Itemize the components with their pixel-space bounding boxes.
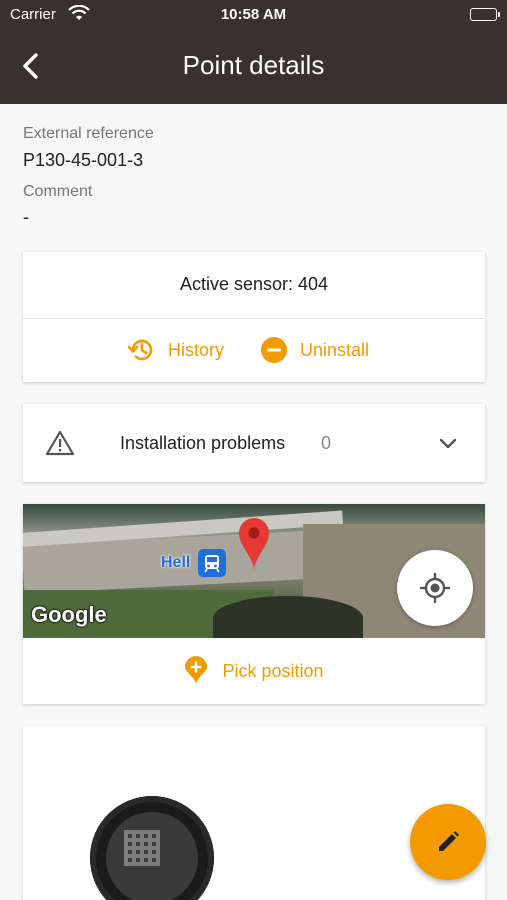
comment-label: Comment [23,183,93,200]
transit-icon [198,549,226,577]
active-sensor-label: Active sensor: 404 [179,274,329,294]
map-view[interactable]: Hell Google [23,504,485,638]
pick-position-label: Pick position [222,660,324,681]
add-location-icon [185,656,208,685]
active-sensor-card: Active sensor: 404 History Uninstall [23,252,485,382]
pick-position-button[interactable]: Pick position [23,638,485,704]
chevron-down-icon [437,432,459,459]
google-logo: Google [31,602,107,627]
status-bar: Carrier 10:58 AM [0,0,507,30]
minus-circle-icon [261,337,287,363]
history-icon [128,339,153,361]
qr-code-icon [124,830,160,866]
warning-icon [45,429,75,462]
map-card: Hell Google Pick position [23,504,485,704]
crosshair-icon [419,572,451,604]
nav-bar: Point details [0,30,507,104]
map-place-label: Hell [161,554,191,571]
page-title: Point details [182,50,325,80]
edit-button[interactable] [410,804,486,880]
history-button[interactable]: History [128,336,224,364]
uninstall-label: Uninstall [300,339,370,360]
battery-icon [470,8,500,21]
my-location-button[interactable] [397,550,473,626]
installation-problems-count: 0 [321,433,332,453]
comment-value: - [23,207,29,227]
pencil-icon [439,831,459,851]
installation-problems-row[interactable]: Installation problems 0 [23,404,485,482]
map-pin-icon [236,516,272,577]
sensor-photo [90,796,214,900]
external-reference-value: P130-45-001-3 [23,150,144,170]
divider [23,318,485,319]
clock: 10:58 AM [220,6,287,23]
uninstall-button[interactable]: Uninstall [260,336,369,364]
history-label: History [168,339,225,360]
installation-problems-label: Installation problems [120,433,286,453]
external-reference-label: External reference [23,125,154,142]
sensor-photo-card [23,726,485,900]
